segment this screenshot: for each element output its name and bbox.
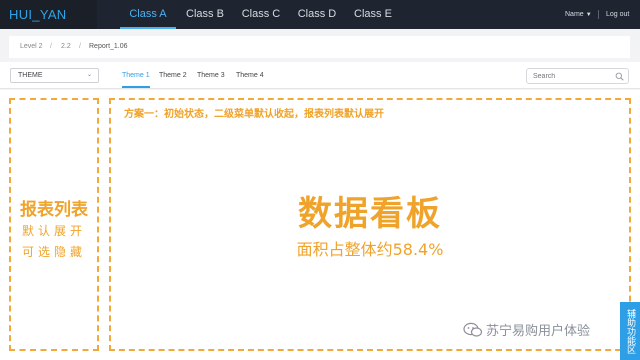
tab-theme-1[interactable]: Theme 1: [122, 62, 150, 88]
dashboard-panel: 方案一：初始状态，二级菜单默认收起，报表列表默认展开 数据看板 面积占整体约58…: [109, 98, 631, 351]
theme-tab-label: Theme 4: [236, 72, 264, 79]
nav-tab-class-e[interactable]: Class E: [348, 0, 398, 29]
active-tab-indicator: [120, 27, 176, 29]
nav-tab-label: Class B: [186, 8, 224, 20]
user-name: Name: [565, 11, 584, 18]
nav-tab-label: Class A: [129, 8, 167, 20]
theme-select[interactable]: THEME ⌄: [10, 68, 99, 83]
report-list-panel[interactable]: 报表列表 默认展开 可选隐藏: [9, 98, 99, 351]
report-list-note-hidden: 可选隐藏: [21, 245, 86, 259]
breadcrumb-item-current: Report_1.06: [89, 43, 128, 50]
tab-theme-3[interactable]: Theme 3: [197, 62, 225, 88]
dashboard-title: 数据看板: [298, 194, 442, 234]
report-list-note-expanded: 默认展开: [21, 224, 86, 238]
report-list-title: 报表列表: [20, 200, 88, 220]
theme-tab-label: Theme 1: [122, 72, 150, 79]
nav-tab-label: Class E: [354, 8, 392, 20]
breadcrumb-item-2-2[interactable]: 2.2: [61, 36, 71, 58]
nav-tab-class-c[interactable]: Class C: [236, 0, 286, 29]
breadcrumb-separator: /: [79, 43, 81, 50]
tab-theme-2[interactable]: Theme 2: [159, 62, 187, 88]
dashboard-subtitle: 面积占整体约58.4%: [296, 240, 444, 259]
breadcrumb-item-level-2[interactable]: Level 2: [20, 36, 43, 58]
nav-tab-class-d[interactable]: Class D: [292, 0, 342, 29]
report-toolbar: THEME ⌄ Theme 1 Theme 2 Theme 3 Theme 4: [0, 62, 640, 89]
watermark-text: 苏宁易购用户体验: [486, 324, 591, 339]
theme-tab-label: Theme 3: [197, 72, 225, 79]
wechat-icon: [463, 322, 483, 337]
tab-theme-4[interactable]: Theme 4: [236, 62, 264, 88]
nav-tab-class-b[interactable]: Class B: [180, 0, 230, 29]
watermark: 苏宁易购用户体验: [463, 320, 590, 339]
app-logo[interactable]: HUI_YAN: [0, 0, 97, 29]
auxiliary-function-tab[interactable]: 辅助功能区: [620, 302, 640, 360]
top-nav: HUI_YAN Class A Class B Class C Class D …: [0, 0, 640, 29]
search-box: [526, 68, 629, 84]
theme-tab-label: Theme 2: [159, 72, 187, 79]
nav-tab-class-a[interactable]: Class A: [120, 0, 176, 29]
chevron-down-icon: ▼: [585, 12, 592, 18]
user-menu[interactable]: Name ▼: [565, 0, 592, 29]
nav-divider: [598, 10, 599, 19]
logout-link[interactable]: Log out: [606, 0, 629, 29]
nav-tab-label: Class D: [297, 8, 337, 20]
breadcrumb-separator: /: [50, 43, 52, 50]
theme-select-value: THEME: [18, 72, 43, 79]
plan-note: 方案一：初始状态，二级菜单默认收起，报表列表默认展开: [124, 109, 384, 120]
active-theme-indicator: [122, 86, 150, 88]
search-icon[interactable]: [615, 72, 624, 81]
content-area: 报表列表 默认展开 可选隐藏 方案一：初始状态，二级菜单默认收起，报表列表默认展…: [0, 90, 640, 360]
search-input[interactable]: [533, 70, 613, 82]
chevron-down-icon: ⌄: [86, 72, 92, 78]
breadcrumb: Level 2 / 2.2 / Report_1.06: [9, 36, 630, 58]
nav-tab-label: Class C: [241, 8, 281, 20]
